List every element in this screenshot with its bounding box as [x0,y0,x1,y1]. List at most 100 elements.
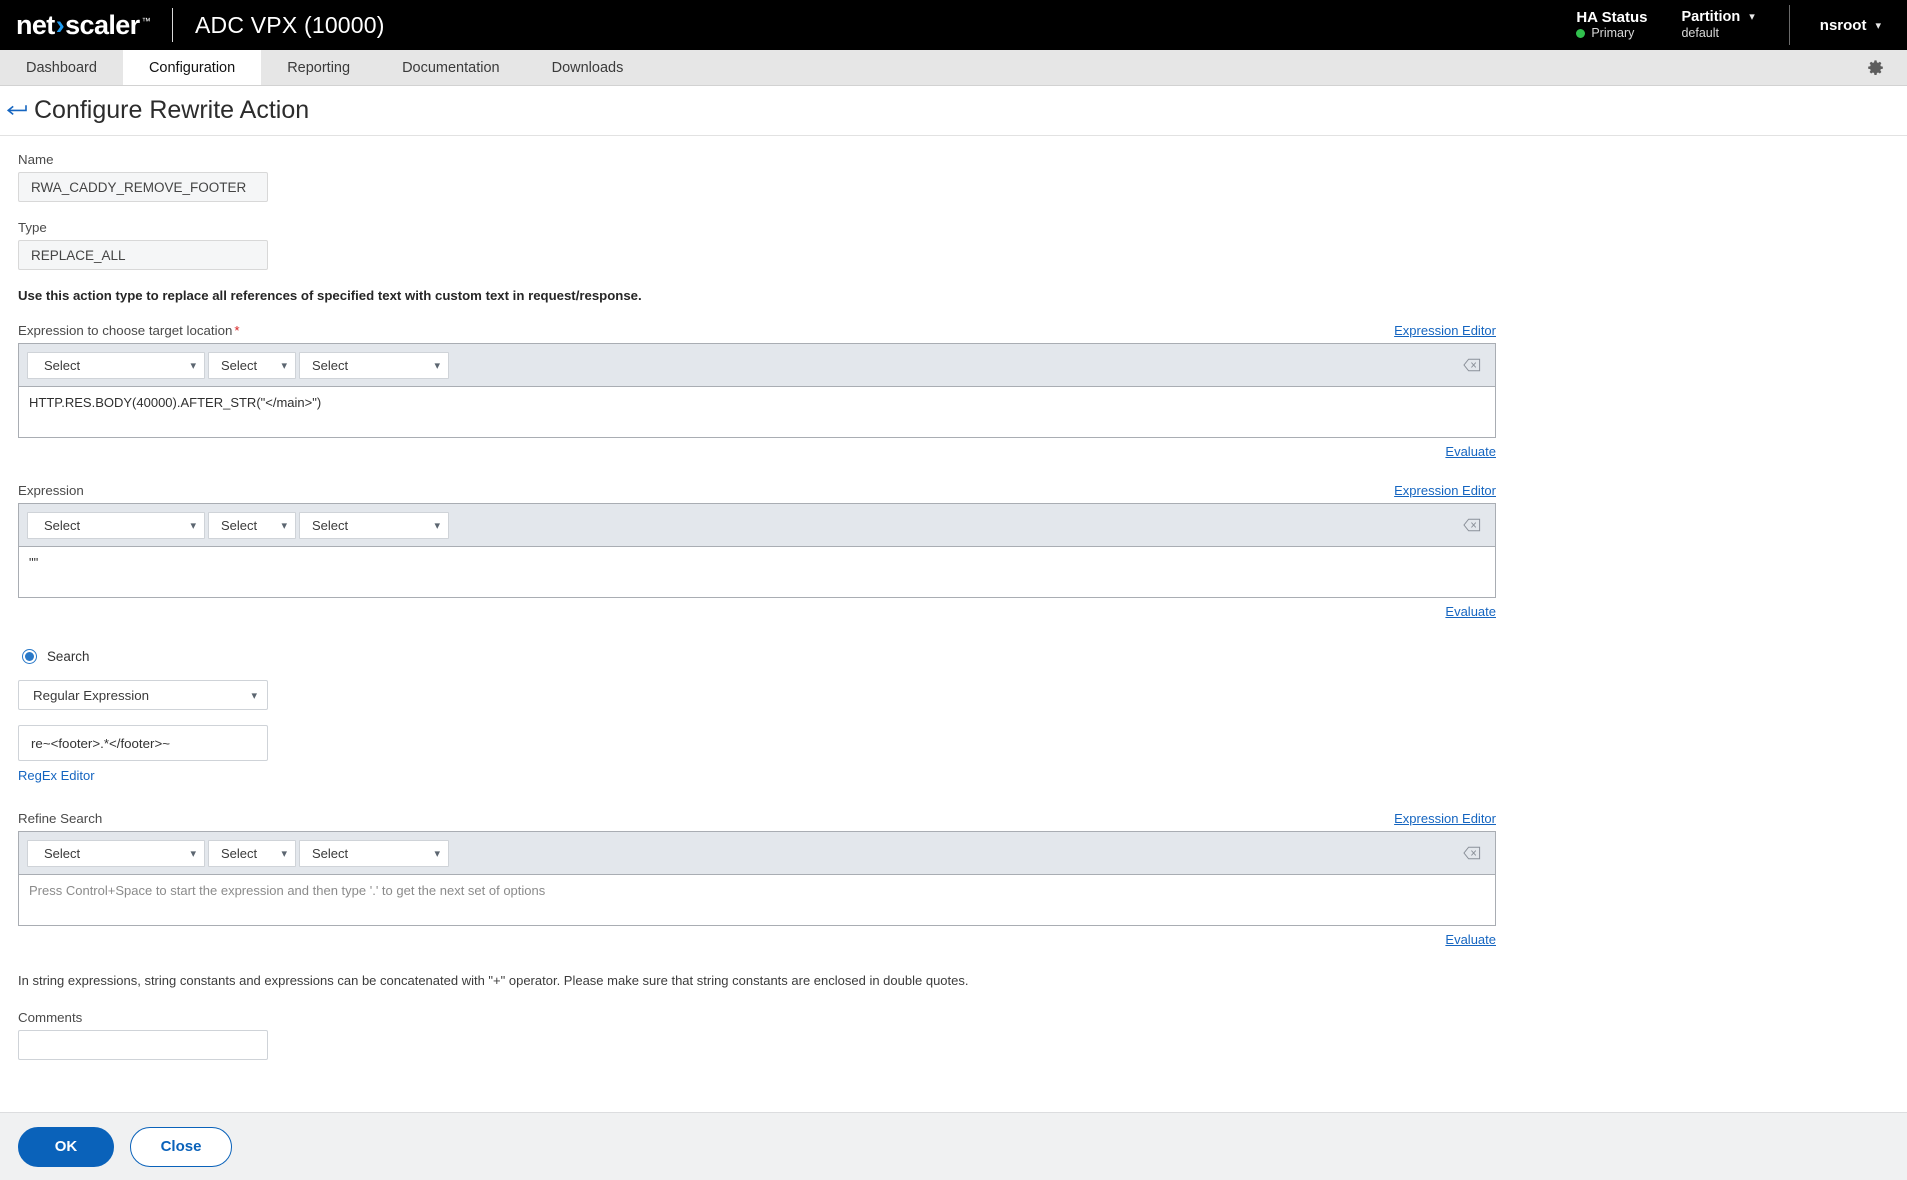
chevron-down-icon: ▾ [434,519,440,532]
tab-documentation[interactable]: Documentation [376,50,526,85]
clear-expression-icon[interactable] [1463,358,1481,372]
expression-select-3[interactable]: Select ▾ [299,511,449,539]
target-expression-editor-link[interactable]: Expression Editor [1394,323,1496,338]
page-header: Configure Rewrite Action [0,86,1907,136]
tab-configuration[interactable]: Configuration [122,50,262,85]
partition-label-text: Partition [1681,9,1741,25]
expression-header: Expression Expression Editor [18,483,1496,498]
brand-logo: net › scaler ™ [0,0,151,50]
search-type-select[interactable]: Regular Expression ▾ [18,680,268,710]
top-header-bar: net › scaler ™ ADC VPX (10000) HA Status Pr… [0,0,1907,50]
target-expression-evaluate-link[interactable]: Evaluate [1445,444,1496,459]
chevron-down-icon: ▾ [1749,11,1755,23]
form-footer: OK Close [0,1112,1907,1180]
select-label: Select [312,517,349,533]
chevron-down-icon: ▾ [190,519,196,532]
product-title: ADC VPX (10000) [195,11,385,38]
expression-box: Select ▾ Select ▾ Select ▾ "" [18,503,1496,598]
status-dot-icon [1576,29,1586,38]
ha-status-value: Primary [1591,26,1635,40]
target-expression-eval-row: Evaluate [18,444,1496,459]
select-label: Select [44,845,81,861]
expression-label: Expression [18,483,84,498]
tab-downloads[interactable]: Downloads [526,50,650,85]
refine-search-box: Select ▾ Select ▾ Select ▾ Press Control… [18,831,1496,926]
header-right-cluster: HA Status Primary Partition ▾ default ns… [1576,0,1907,50]
refine-search-textarea[interactable]: Press Control+Space to start the express… [18,874,1496,926]
partition-label: Partition ▾ [1681,9,1754,26]
search-type-value: Regular Expression [33,687,150,703]
string-expression-note: In string expressions, string constants … [18,973,969,988]
expression-textarea[interactable]: "" [18,546,1496,598]
refine-search-toolbar: Select ▾ Select ▾ Select ▾ [18,831,1496,874]
regex-editor-link[interactable]: RegEx Editor [18,768,95,783]
brand-chevron-icon: › [55,9,65,40]
tab-dashboard[interactable]: Dashboard [0,50,123,85]
brand-name-scaler: scaler [65,9,140,40]
refine-search-select-3[interactable]: Select ▾ [299,839,449,867]
select-label: Select [312,845,349,861]
target-expression-select-1[interactable]: Select ▾ [27,351,205,379]
refine-search-select-2[interactable]: Select ▾ [208,839,296,867]
type-input[interactable] [18,240,268,270]
close-button[interactable]: Close [130,1126,232,1167]
expression-select-1[interactable]: Select ▾ [27,511,205,539]
search-radio-button[interactable] [22,649,37,664]
target-expression-header: Expression to choose target location * Ex… [18,323,1496,338]
refine-search-label: Refine Search [18,811,103,826]
target-expression-select-3[interactable]: Select ▾ [299,351,449,379]
chevron-down-icon: ▾ [190,847,196,860]
comments-input[interactable] [18,1030,268,1060]
chevron-down-icon: ▾ [281,847,287,860]
refine-search-header: Refine Search Expression Editor [18,811,1496,826]
trademark-mark: ™ [141,15,151,26]
name-input[interactable] [18,172,268,202]
partition-block[interactable]: Partition ▾ default [1681,9,1788,41]
search-radio-row[interactable]: Search [22,649,1889,664]
clear-expression-icon[interactable] [1463,846,1481,860]
ha-status-block[interactable]: HA Status Primary [1576,9,1673,41]
ha-status-label: HA Status [1576,9,1648,26]
search-radio-label: Search [47,649,90,664]
tab-reporting[interactable]: Reporting [261,50,376,85]
back-arrow-icon[interactable] [0,102,34,120]
target-expression-box: Select ▾ Select ▾ Select ▾ HTTP.RES.BODY… [18,343,1496,438]
refine-search-select-1[interactable]: Select ▾ [27,839,205,867]
refine-search-editor-link[interactable]: Expression Editor [1394,811,1496,826]
chevron-down-icon: ▾ [281,359,287,372]
comments-label: Comments [18,1010,83,1025]
expression-select-2[interactable]: Select ▾ [208,511,296,539]
chevron-down-icon: ▾ [1875,19,1881,32]
type-label: Type [18,220,47,235]
gear-icon[interactable] [1866,50,1885,86]
target-expression-label-text: Expression to choose target location [18,323,233,338]
expression-toolbar: Select ▾ Select ▾ Select ▾ [18,503,1496,546]
name-label: Name [18,152,54,167]
type-description: Use this action type to replace all refe… [18,288,642,303]
target-expression-label: Expression to choose target location * [18,323,240,338]
refine-search-evaluate-link[interactable]: Evaluate [1445,932,1496,947]
expression-eval-row: Evaluate [18,604,1496,619]
expression-editor-link[interactable]: Expression Editor [1394,483,1496,498]
target-expression-select-2[interactable]: Select ▾ [208,351,296,379]
ok-button[interactable]: OK [18,1126,114,1167]
select-label: Select [312,357,349,373]
clear-expression-icon[interactable] [1463,518,1481,532]
radio-selected-dot [25,652,34,661]
select-label: Select [44,357,81,373]
search-pattern-input[interactable] [18,725,268,761]
select-label: Select [221,517,258,533]
chevron-down-icon: ▾ [251,689,257,702]
chevron-down-icon: ▾ [434,359,440,372]
refine-search-eval-row: Evaluate [18,932,1496,947]
chevron-down-icon: ▾ [281,519,287,532]
form-body: Name Type Use this action type to replac… [0,136,1907,1060]
partition-value: default [1681,26,1719,40]
main-nav-tabs: Dashboard Configuration Reporting Docume… [0,50,1907,86]
select-label: Select [221,357,258,373]
required-asterisk: * [234,323,240,338]
expression-evaluate-link[interactable]: Evaluate [1445,604,1496,619]
target-expression-textarea[interactable]: HTTP.RES.BODY(40000).AFTER_STR("</main>"… [18,386,1496,438]
user-name: nsroot [1819,16,1867,34]
user-menu[interactable]: nsroot ▾ [1790,17,1907,34]
